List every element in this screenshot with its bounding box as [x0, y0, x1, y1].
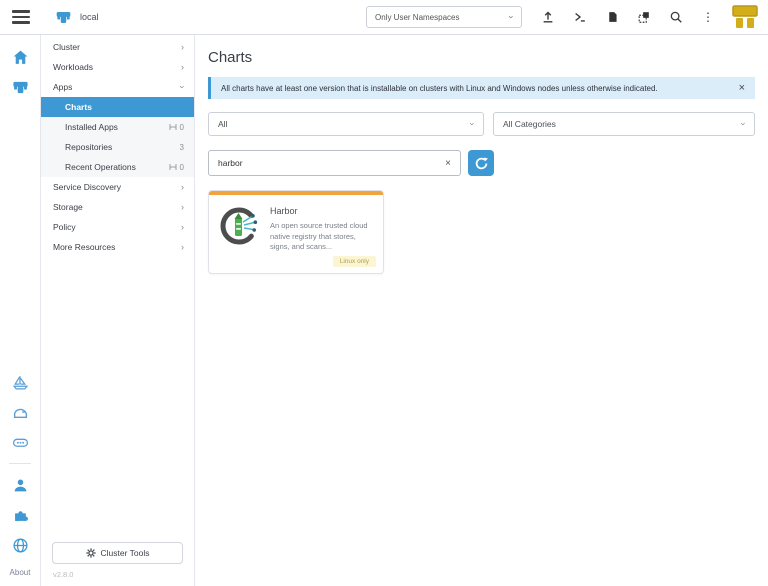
- hamburger-menu-icon[interactable]: [12, 7, 30, 27]
- chevron-right-icon: ›: [181, 202, 184, 212]
- chevron-right-icon: ›: [181, 42, 184, 52]
- cluster-switcher[interactable]: local: [47, 7, 107, 28]
- users-auth-person-icon[interactable]: [12, 477, 29, 494]
- cluster-name: local: [80, 12, 99, 22]
- about-link[interactable]: About: [10, 568, 31, 577]
- download-kubeconfig-button[interactable]: [604, 9, 620, 25]
- top-bar: local Only User Namespaces › ⋮: [0, 0, 768, 35]
- repositories-count: 3: [179, 142, 184, 152]
- sidebar-item-workloads[interactable]: Workloads ›: [41, 57, 194, 77]
- home-icon[interactable]: [12, 49, 29, 66]
- chevron-down-icon: ›: [738, 122, 749, 126]
- cluster-rancher-cow-icon[interactable]: [12, 79, 29, 96]
- info-banner: All charts have at least one version tha…: [208, 77, 755, 99]
- fleet-boat-icon[interactable]: [12, 374, 29, 391]
- sidebar-item-more-resources[interactable]: More Resources ›: [41, 237, 194, 257]
- category-filter-value: All Categories: [503, 119, 556, 129]
- refresh-icon: [475, 157, 488, 169]
- sidebar-item-storage[interactable]: Storage ›: [41, 197, 194, 217]
- chart-search-box: ×: [208, 150, 461, 176]
- info-banner-text: All charts have at least one version tha…: [221, 83, 658, 93]
- chart-card-description: An open source trusted cloud native regi…: [270, 221, 368, 251]
- global-icon-rail: About: [0, 35, 40, 586]
- extensions-puzzle-icon[interactable]: [12, 507, 29, 524]
- cluster-nav: Cluster › Workloads › Apps › Charts Inst…: [40, 35, 195, 586]
- chevron-right-icon: ›: [181, 242, 184, 252]
- sidebar-item-charts[interactable]: Charts: [41, 97, 194, 117]
- sidebar-item-apps[interactable]: Apps ›: [41, 77, 194, 97]
- chevron-down-icon: ›: [506, 15, 517, 19]
- main-content: Charts All charts have at least one vers…: [196, 35, 768, 586]
- namespace-filter-value: Only User Namespaces: [375, 12, 460, 22]
- sidebar-item-recent-operations[interactable]: Recent Operations 0: [41, 157, 194, 177]
- repo-filter-select[interactable]: All ›: [208, 112, 484, 136]
- chevron-down-icon: ›: [177, 85, 188, 89]
- search-icon[interactable]: [668, 9, 684, 25]
- rail-divider: [9, 463, 31, 464]
- namespace-filter-select[interactable]: Only User Namespaces ›: [366, 6, 522, 28]
- rancher-cow-icon: [56, 11, 71, 23]
- gear-icon: [85, 548, 96, 558]
- version-label: v2.8.0: [53, 570, 74, 579]
- chart-search-input[interactable]: [218, 158, 446, 168]
- chart-card-title: Harbor: [270, 206, 298, 216]
- import-yaml-button[interactable]: [540, 9, 556, 25]
- virtualization-pill-icon[interactable]: [12, 434, 29, 451]
- sidebar-item-cluster[interactable]: Cluster ›: [41, 37, 194, 57]
- clear-search-icon[interactable]: ×: [445, 158, 451, 169]
- copy-kubeconfig-button[interactable]: [636, 9, 652, 25]
- cluster-tools-button[interactable]: Cluster Tools: [52, 542, 183, 564]
- user-avatar[interactable]: [732, 5, 758, 29]
- installed-apps-count: 0: [169, 123, 184, 132]
- chart-card-harbor[interactable]: Harbor An open source trusted cloud nati…: [208, 190, 384, 274]
- kubectl-shell-button[interactable]: [572, 9, 588, 25]
- sidebar-item-policy[interactable]: Policy ›: [41, 217, 194, 237]
- page-title: Charts: [208, 49, 253, 66]
- sidebar-item-repositories[interactable]: Repositories 3: [41, 137, 194, 157]
- repo-filter-value: All: [218, 119, 228, 129]
- recent-operations-count: 0: [169, 163, 184, 172]
- global-settings-globe-icon[interactable]: [12, 537, 29, 554]
- chevron-down-icon: ›: [467, 122, 478, 126]
- cluster-management-icon[interactable]: [12, 404, 29, 421]
- count-range-icon: [169, 124, 177, 130]
- chevron-right-icon: ›: [181, 182, 184, 192]
- chevron-right-icon: ›: [181, 222, 184, 232]
- chevron-right-icon: ›: [181, 62, 184, 72]
- kebab-menu-icon[interactable]: ⋮: [700, 9, 716, 25]
- count-range-icon: [169, 164, 177, 170]
- sidebar-item-service-discovery[interactable]: Service Discovery ›: [41, 177, 194, 197]
- close-icon[interactable]: ×: [739, 82, 745, 94]
- os-badge: Linux only: [332, 255, 376, 267]
- harbor-logo: [220, 207, 258, 245]
- sidebar-item-installed-apps[interactable]: Installed Apps 0: [41, 117, 194, 137]
- category-filter-select[interactable]: All Categories ›: [493, 112, 755, 136]
- refresh-button[interactable]: [468, 150, 494, 176]
